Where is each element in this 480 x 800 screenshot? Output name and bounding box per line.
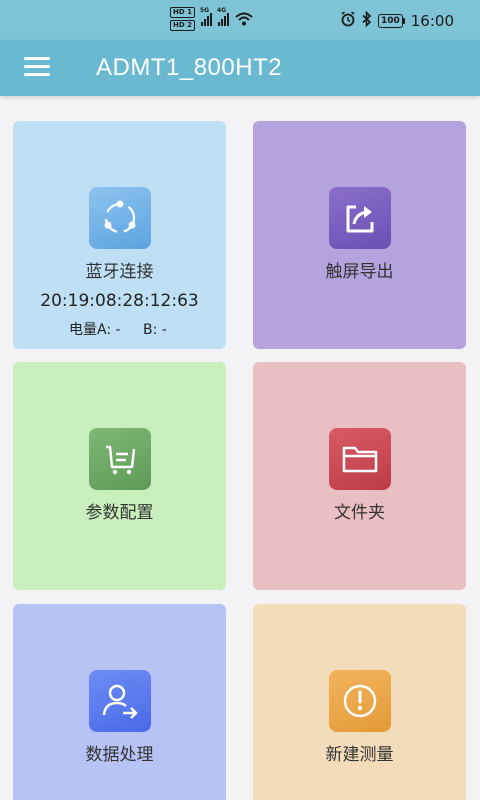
export-icon (329, 187, 391, 249)
hamburger-menu-icon[interactable] (24, 57, 50, 79)
wifi-icon (235, 12, 253, 26)
net2-label: 4G (216, 7, 227, 14)
share-nodes-icon (89, 187, 151, 249)
device-address: 20:19:08:28:12:63 (40, 291, 199, 311)
hd2-badge: HD 2 (170, 20, 195, 31)
tile-label: 数据处理 (85, 745, 154, 765)
touch-export-tile[interactable]: 触屏导出 (253, 121, 466, 349)
status-bar: HD 1 HD 2 5G 4G 100 16:00 (0, 0, 480, 40)
battery-status: 电量A: - B: - (69, 319, 185, 339)
bluetooth-icon (362, 10, 372, 31)
net1-label: 5G (199, 7, 210, 14)
data-processing-tile[interactable]: 数据处理 (13, 604, 226, 800)
tile-label: 蓝牙连接 (85, 262, 154, 282)
tile-label: 新建测量 (325, 745, 394, 765)
gauge-icon (329, 670, 391, 732)
tile-label: 文件夹 (334, 503, 385, 523)
hd-indicators: HD 1 HD 2 (170, 7, 195, 31)
battery-a: 电量A: - (69, 322, 121, 338)
user-arrow-icon (89, 670, 151, 732)
battery-b: B: - (143, 322, 167, 338)
alarm-icon (340, 11, 356, 31)
battery-icon: 100 (377, 14, 405, 28)
signal-icon: 4G (217, 7, 229, 26)
tile-label: 触屏导出 (325, 262, 394, 282)
status-right: 100 16:00 (340, 10, 454, 31)
folder-tile[interactable]: 文件夹 (253, 362, 466, 590)
bluetooth-connect-tile[interactable]: 蓝牙连接 20:19:08:28:12:63 电量A: - B: - (13, 121, 226, 349)
tile-label: 参数配置 (85, 503, 154, 523)
new-measurement-tile[interactable]: 新建测量 (253, 604, 466, 800)
signal-icon: 5G (200, 7, 212, 26)
parameter-config-tile[interactable]: 参数配置 (13, 362, 226, 590)
app-bar: ADMT1_800HT2 (0, 40, 480, 96)
battery-level: 100 (377, 14, 403, 28)
network-indicators: HD 1 HD 2 5G 4G (170, 7, 253, 31)
clock: 16:00 (410, 12, 454, 30)
cart-list-icon (89, 428, 151, 490)
folder-icon (329, 428, 391, 490)
app-title: ADMT1_800HT2 (96, 54, 283, 81)
hd1-badge: HD 1 (170, 7, 195, 18)
